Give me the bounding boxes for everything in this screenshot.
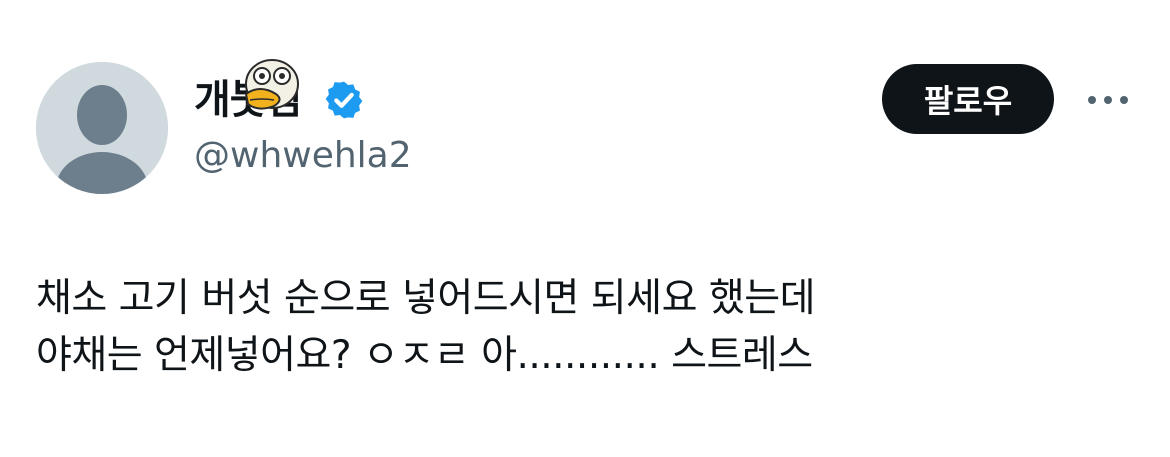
author-handle[interactable]: @whwehla2 (194, 133, 412, 179)
tweet-text: 채소 고기 버섯 순으로 넣어드시면 되세요 했는데 야채는 언제넣어요? ㅇㅈ… (36, 276, 815, 378)
follow-button[interactable]: 팔로우 (882, 64, 1054, 134)
duck-sticker-icon (244, 59, 299, 110)
more-options-button[interactable] (1080, 80, 1136, 120)
verified-badge-icon[interactable] (323, 79, 365, 121)
default-avatar-silhouette-icon (36, 62, 168, 194)
more-horizontal-icon (1088, 96, 1128, 104)
avatar[interactable] (36, 62, 168, 194)
